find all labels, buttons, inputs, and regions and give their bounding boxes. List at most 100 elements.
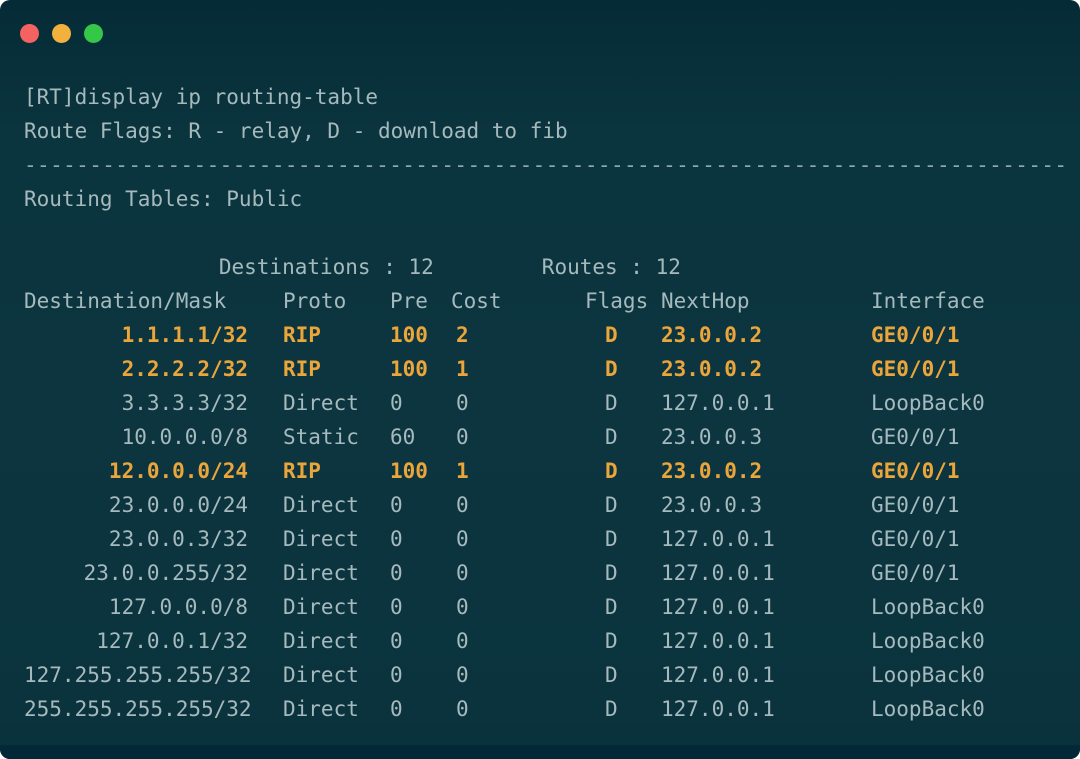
cell-destination-mask: 127.255.255.255/32 bbox=[24, 658, 283, 692]
header-destination-mask: Destination/Mask bbox=[24, 284, 283, 318]
cell-proto: Static bbox=[283, 420, 390, 454]
cell-nexthop: 23.0.0.3 bbox=[661, 420, 871, 454]
cell-flags: D bbox=[585, 522, 661, 556]
cell-nexthop: 127.0.0.1 bbox=[661, 590, 871, 624]
cell-pre: 0 bbox=[390, 658, 451, 692]
cell-proto: RIP bbox=[283, 454, 390, 488]
cell-interface: LoopBack0 bbox=[871, 658, 1056, 692]
table-row: 10.0.0.0/8 Static 60 0 D 23.0.0.3 GE0/0/… bbox=[24, 420, 1056, 454]
cell-interface: GE0/0/1 bbox=[871, 454, 1056, 488]
window-footer-strip bbox=[0, 745, 1080, 759]
close-button[interactable] bbox=[20, 24, 39, 43]
table-row: 127.0.0.1/32 Direct 0 0 D 127.0.0.1 Loop… bbox=[24, 624, 1056, 658]
cell-cost: 0 bbox=[451, 556, 585, 590]
cell-destination-mask: 23.0.0.3/32 bbox=[24, 522, 283, 556]
cell-interface: GE0/0/1 bbox=[871, 556, 1056, 590]
minimize-button[interactable] bbox=[52, 24, 71, 43]
cell-cost: 0 bbox=[451, 488, 585, 522]
cell-nexthop: 127.0.0.1 bbox=[661, 522, 871, 556]
cell-nexthop: 23.0.0.3 bbox=[661, 488, 871, 522]
cell-cost: 0 bbox=[451, 692, 585, 726]
cell-nexthop: 127.0.0.1 bbox=[661, 386, 871, 420]
cell-pre: 0 bbox=[390, 590, 451, 624]
cell-proto: Direct bbox=[283, 590, 390, 624]
cell-proto: Direct bbox=[283, 522, 390, 556]
cell-cost: 0 bbox=[451, 624, 585, 658]
cell-nexthop: 127.0.0.1 bbox=[661, 658, 871, 692]
cell-cost: 0 bbox=[451, 420, 585, 454]
cell-cost: 1 bbox=[451, 352, 585, 386]
cell-proto: RIP bbox=[283, 352, 390, 386]
maximize-button[interactable] bbox=[84, 24, 103, 43]
cell-flags: D bbox=[585, 692, 661, 726]
cell-flags: D bbox=[585, 488, 661, 522]
cell-nexthop: 127.0.0.1 bbox=[661, 556, 871, 590]
cell-destination-mask: 255.255.255.255/32 bbox=[24, 692, 283, 726]
cell-cost: 0 bbox=[451, 522, 585, 556]
cell-cost: 1 bbox=[451, 454, 585, 488]
terminal-screen[interactable]: [RT]display ip routing-table Route Flags… bbox=[0, 66, 1080, 726]
cell-nexthop: 127.0.0.1 bbox=[661, 692, 871, 726]
cell-proto: Direct bbox=[283, 386, 390, 420]
routes-count: Routes : 12 bbox=[542, 255, 681, 279]
cell-interface: GE0/0/1 bbox=[871, 522, 1056, 556]
cell-pre: 0 bbox=[390, 522, 451, 556]
cell-proto: Direct bbox=[283, 624, 390, 658]
cell-nexthop: 23.0.0.2 bbox=[661, 454, 871, 488]
separator-line: ----------------------------------------… bbox=[24, 148, 1056, 182]
cell-interface: GE0/0/1 bbox=[871, 488, 1056, 522]
cell-interface: GE0/0/1 bbox=[871, 318, 1056, 352]
cell-pre: 60 bbox=[390, 420, 451, 454]
cell-nexthop: 127.0.0.1 bbox=[661, 624, 871, 658]
cell-flags: D bbox=[585, 352, 661, 386]
table-header-row: Destination/Mask Proto Pre Cost Flags Ne… bbox=[24, 284, 1056, 318]
header-nexthop: NextHop bbox=[661, 284, 871, 318]
cell-proto: Direct bbox=[283, 692, 390, 726]
destinations-count: Destinations : 12 bbox=[219, 255, 434, 279]
table-row: 2.2.2.2/32 RIP 100 1 D 23.0.0.2 GE0/0/1 bbox=[24, 352, 1056, 386]
cell-destination-mask: 23.0.0.255/32 bbox=[24, 556, 283, 590]
cell-flags: D bbox=[585, 454, 661, 488]
table-row: 127.255.255.255/32 Direct 0 0 D 127.0.0.… bbox=[24, 658, 1056, 692]
cell-proto: RIP bbox=[283, 318, 390, 352]
cell-pre: 0 bbox=[390, 556, 451, 590]
cell-flags: D bbox=[585, 318, 661, 352]
header-pre: Pre bbox=[390, 284, 451, 318]
table-row: 3.3.3.3/32 Direct 0 0 D 127.0.0.1 LoopBa… bbox=[24, 386, 1056, 420]
cell-cost: 2 bbox=[451, 318, 585, 352]
header-cost: Cost bbox=[451, 284, 585, 318]
terminal-window: [RT]display ip routing-table Route Flags… bbox=[0, 0, 1080, 759]
cell-flags: D bbox=[585, 590, 661, 624]
cell-interface: LoopBack0 bbox=[871, 692, 1056, 726]
cell-destination-mask: 1.1.1.1/32 bbox=[24, 318, 283, 352]
cell-flags: D bbox=[585, 420, 661, 454]
table-row: 12.0.0.0/24 RIP 100 1 D 23.0.0.2 GE0/0/1 bbox=[24, 454, 1056, 488]
cell-pre: 0 bbox=[390, 386, 451, 420]
cell-interface: LoopBack0 bbox=[871, 590, 1056, 624]
cell-interface: GE0/0/1 bbox=[871, 420, 1056, 454]
cell-flags: D bbox=[585, 624, 661, 658]
cell-interface: LoopBack0 bbox=[871, 624, 1056, 658]
table-row: 23.0.0.0/24 Direct 0 0 D 23.0.0.3 GE0/0/… bbox=[24, 488, 1056, 522]
cell-interface: GE0/0/1 bbox=[871, 352, 1056, 386]
table-row: 23.0.0.3/32 Direct 0 0 D 127.0.0.1 GE0/0… bbox=[24, 522, 1056, 556]
cell-flags: D bbox=[585, 658, 661, 692]
cell-pre: 100 bbox=[390, 454, 451, 488]
cell-cost: 0 bbox=[451, 590, 585, 624]
counts-line: Destinations : 12Routes : 12 bbox=[24, 216, 1056, 250]
cell-proto: Direct bbox=[283, 488, 390, 522]
window-titlebar bbox=[0, 0, 1080, 66]
cell-cost: 0 bbox=[451, 658, 585, 692]
table-row: 127.0.0.0/8 Direct 0 0 D 127.0.0.1 LoopB… bbox=[24, 590, 1056, 624]
table-row: 23.0.0.255/32 Direct 0 0 D 127.0.0.1 GE0… bbox=[24, 556, 1056, 590]
table-body: 1.1.1.1/32 RIP 100 2 D 23.0.0.2 GE0/0/1 … bbox=[24, 318, 1056, 726]
routing-tables-line: Routing Tables: Public bbox=[24, 182, 1056, 216]
table-row: 255.255.255.255/32 Direct 0 0 D 127.0.0.… bbox=[24, 692, 1056, 726]
cell-destination-mask: 10.0.0.0/8 bbox=[24, 420, 283, 454]
cell-destination-mask: 3.3.3.3/32 bbox=[24, 386, 283, 420]
cell-proto: Direct bbox=[283, 658, 390, 692]
route-flags-line: Route Flags: R - relay, D - download to … bbox=[24, 114, 1056, 148]
cell-flags: D bbox=[585, 556, 661, 590]
table-row: 1.1.1.1/32 RIP 100 2 D 23.0.0.2 GE0/0/1 bbox=[24, 318, 1056, 352]
cell-pre: 0 bbox=[390, 692, 451, 726]
